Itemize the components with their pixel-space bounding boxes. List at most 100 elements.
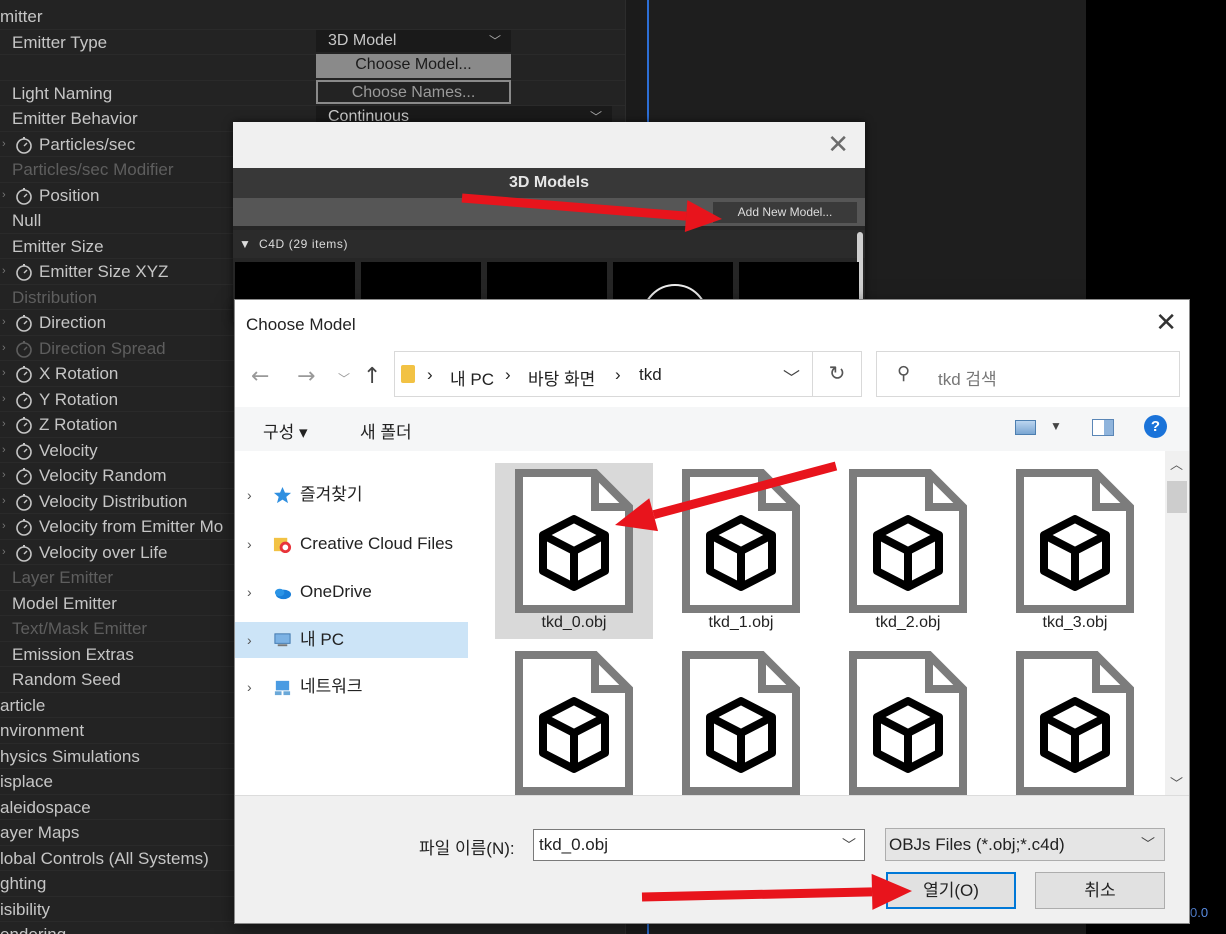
property-row[interactable]: Light Naming: [0, 81, 625, 106]
address-bar[interactable]: › 내 PC › 바탕 화면 › tkd ﹀: [394, 351, 813, 397]
add-new-model-button[interactable]: Add New Model...: [713, 202, 857, 223]
open-button[interactable]: 열기(O): [886, 872, 1016, 909]
choose-model-button[interactable]: Choose Model...: [316, 54, 511, 78]
file-item[interactable]: tkd_0.obj: [495, 463, 653, 639]
nav-item[interactable]: › 내 PC: [235, 622, 468, 658]
stopwatch-icon[interactable]: [15, 416, 33, 434]
stopwatch-icon[interactable]: [15, 340, 33, 358]
twirl-icon[interactable]: ›: [2, 514, 6, 539]
cancel-button[interactable]: 취소: [1035, 872, 1165, 909]
property-label: Emitter Behavior: [12, 109, 138, 128]
stopwatch-icon[interactable]: [15, 518, 33, 536]
filename-input[interactable]: tkd_0.obj ﹀: [533, 829, 865, 861]
filetype-select[interactable]: OBJs Files (*.obj;*.c4d) ﹀: [885, 828, 1165, 861]
stopwatch-icon[interactable]: [15, 365, 33, 383]
breadcrumb-desktop[interactable]: 바탕 화면: [528, 365, 595, 390]
help-button[interactable]: ?: [1144, 415, 1167, 438]
property-label: Particles/sec Modifier: [12, 160, 174, 179]
property-row[interactable]: Emitter Type: [0, 30, 625, 55]
file-item[interactable]: tkd_6.obj: [829, 645, 987, 795]
scrollbar-thumb[interactable]: [1167, 481, 1187, 513]
choose-names-button[interactable]: Choose Names...: [316, 80, 511, 104]
nav-item[interactable]: › 즐겨찾기: [235, 477, 468, 513]
preview-pane-icon[interactable]: [1092, 419, 1114, 436]
property-label: hysics Simulations: [0, 746, 140, 766]
recent-locations-chevron-icon[interactable]: ﹀: [338, 370, 350, 387]
nav-item[interactable]: › OneDrive: [235, 574, 468, 610]
chevron-right-icon[interactable]: ›: [247, 477, 252, 513]
view-options-icon[interactable]: [1015, 420, 1036, 435]
stopwatch-icon[interactable]: [15, 263, 33, 281]
creative-cloud-icon: [273, 537, 292, 554]
file-item[interactable]: tkd_4.obj: [495, 645, 653, 795]
file-item[interactable]: tkd_3.obj: [996, 463, 1154, 639]
stopwatch-icon[interactable]: [15, 442, 33, 460]
chevron-down-icon[interactable]: ﹀: [842, 830, 856, 860]
property-label: Text/Mask Emitter: [12, 619, 148, 638]
chevron-down-icon[interactable]: ﹀: [783, 364, 800, 389]
chevron-right-icon[interactable]: ›: [247, 574, 252, 610]
folder-icon: [401, 365, 415, 383]
stopwatch-icon[interactable]: [15, 467, 33, 485]
models-window-title: 3D Models: [233, 168, 865, 198]
property-label: endering: [0, 922, 66, 934]
file-item[interactable]: tkd_2.obj: [829, 463, 987, 639]
back-arrow-icon[interactable]: ←: [251, 364, 269, 389]
file-item[interactable]: tkd_7.obj: [996, 645, 1154, 795]
models-section-header[interactable]: ▼ C4D (29 items): [233, 230, 865, 258]
triangle-down-icon[interactable]: ▼: [1050, 419, 1062, 433]
refresh-button[interactable]: ↻: [813, 351, 862, 397]
forward-arrow-icon[interactable]: →: [297, 364, 315, 389]
breadcrumb-my-pc[interactable]: 내 PC: [450, 365, 494, 390]
models-section-label: C4D (29 items): [259, 237, 349, 251]
file-item[interactable]: tkd_1.obj: [662, 463, 820, 639]
stopwatch-icon[interactable]: [15, 136, 33, 154]
stopwatch-icon[interactable]: [15, 314, 33, 332]
chevron-right-icon[interactable]: ›: [247, 526, 252, 562]
3d-object-file-icon: [682, 469, 800, 613]
stopwatch-icon[interactable]: [15, 187, 33, 205]
twirl-icon[interactable]: ›: [2, 336, 6, 361]
breadcrumb-tkd[interactable]: tkd: [639, 365, 662, 385]
property-label: Velocity Random: [39, 466, 167, 485]
file-item[interactable]: tkd_5.obj: [662, 645, 820, 795]
emitter-type-select[interactable]: 3D Model ﹀: [316, 30, 511, 52]
nav-item[interactable]: › 네트워크: [235, 669, 468, 705]
chevron-right-icon[interactable]: ›: [247, 669, 252, 705]
close-icon[interactable]: ✕: [827, 130, 849, 160]
breadcrumb-separator: ›: [615, 365, 621, 384]
chevron-down-icon[interactable]: ﹀: [1170, 773, 1183, 792]
twirl-icon[interactable]: ›: [2, 438, 6, 463]
stopwatch-icon[interactable]: [15, 493, 33, 511]
property-label: nvironment: [0, 721, 85, 740]
twirl-icon[interactable]: ›: [2, 540, 6, 565]
twirl-icon[interactable]: ›: [2, 489, 6, 514]
property-row[interactable]: [0, 55, 625, 81]
stopwatch-icon[interactable]: [15, 391, 33, 409]
twirl-icon[interactable]: ›: [2, 183, 6, 208]
twirl-icon[interactable]: ›: [2, 259, 6, 284]
search-box[interactable]: ⚲ tkd 검색: [876, 351, 1180, 397]
nav-item[interactable]: › Creative Cloud Files: [235, 526, 468, 562]
chevron-right-icon[interactable]: ›: [247, 622, 252, 658]
property-row[interactable]: mitter: [0, 4, 625, 30]
chevron-down-icon: ﹀: [1141, 836, 1155, 852]
organize-button[interactable]: 구성 ▾: [263, 418, 308, 443]
chevron-up-icon[interactable]: ︿: [1170, 454, 1183, 473]
twirl-icon[interactable]: ›: [2, 412, 6, 437]
new-folder-button[interactable]: 새 폴더: [360, 418, 412, 443]
3d-object-file-icon: [515, 651, 633, 795]
property-label: Emitter Size: [12, 236, 104, 256]
close-icon[interactable]: ✕: [1155, 308, 1177, 338]
refresh-icon: ↻: [828, 363, 846, 385]
stopwatch-icon[interactable]: [15, 544, 33, 562]
twirl-icon[interactable]: ›: [2, 387, 6, 412]
dialog-toolbar: 구성 ▾ 새 폴더 ▼ ?: [235, 407, 1189, 451]
twirl-icon[interactable]: ›: [2, 310, 6, 335]
property-label: Position: [39, 185, 100, 205]
twirl-icon[interactable]: ›: [2, 463, 6, 488]
file-list-scrollbar[interactable]: ︿ ﹀: [1165, 451, 1189, 795]
up-arrow-icon[interactable]: ↑: [363, 364, 381, 389]
twirl-icon[interactable]: ›: [2, 132, 6, 157]
twirl-icon[interactable]: ›: [2, 361, 6, 386]
